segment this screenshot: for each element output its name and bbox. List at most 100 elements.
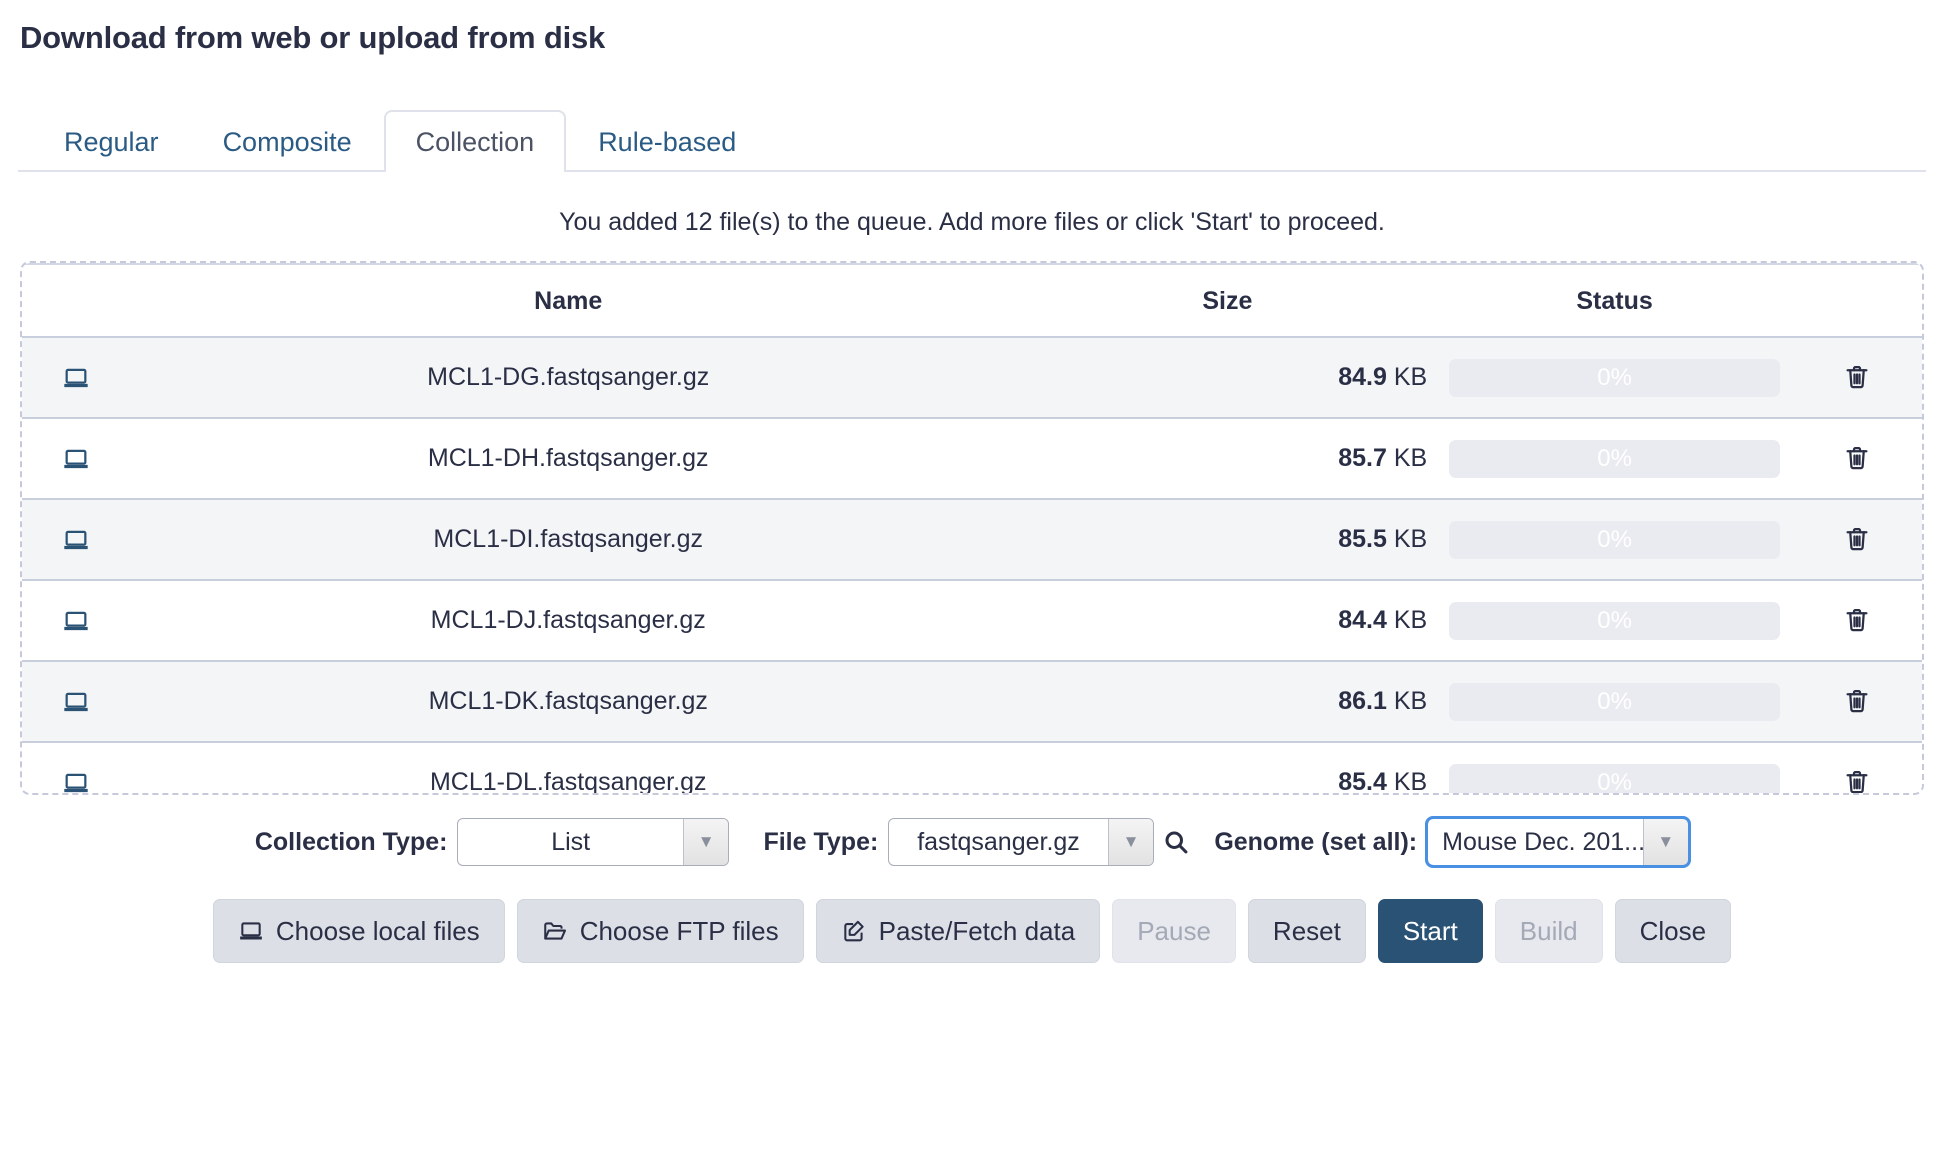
- file-source-cell: [22, 742, 119, 795]
- trash-icon: [1842, 704, 1872, 719]
- file-size-value: 84.4: [1338, 606, 1387, 634]
- table-row: MCL1-DL.fastqsanger.gz85.4 KB0%: [22, 742, 1922, 795]
- button-label: Close: [1640, 918, 1706, 944]
- collection-type-select[interactable]: List ▼: [457, 818, 729, 866]
- dialog-button-bar: Choose local files Choose FTP files Paste/…: [18, 871, 1926, 963]
- remove-file-button[interactable]: [1838, 358, 1876, 396]
- laptop-icon: [34, 688, 118, 716]
- trash-icon: [1842, 380, 1872, 395]
- button-label: Build: [1520, 918, 1578, 944]
- start-button[interactable]: Start: [1378, 899, 1483, 963]
- table-row: MCL1-DG.fastqsanger.gz84.9 KB 0%: [22, 337, 1922, 418]
- trash-icon: [1842, 542, 1872, 557]
- tab-label: Collection: [416, 127, 535, 157]
- button-label: Reset: [1273, 918, 1341, 944]
- tab-collection[interactable]: Collection: [384, 110, 567, 172]
- file-size-cell: 85.7 KB: [1018, 418, 1438, 499]
- file-size-cell: 84.9 KB: [1018, 337, 1438, 418]
- remove-file-button[interactable]: [1838, 763, 1876, 795]
- file-size-unit: KB: [1394, 444, 1427, 472]
- file-queue-table-body: MCL1-DG.fastqsanger.gz84.9 KB0%MCL1-DH.f…: [22, 337, 1922, 795]
- tab-composite[interactable]: Composite: [191, 110, 384, 172]
- upload-progress-label: 0%: [1597, 688, 1632, 715]
- upload-progress-label: 0%: [1597, 607, 1632, 634]
- table-row: MCL1-DI.fastqsanger.gz85.5 KB 0%: [22, 499, 1922, 580]
- laptop-icon: [34, 364, 118, 392]
- file-size-value: 84.9: [1338, 363, 1387, 391]
- button-label: Start: [1403, 918, 1458, 944]
- laptop-icon: [34, 526, 118, 554]
- file-size-cell: 84.4 KB: [1018, 580, 1438, 661]
- upload-file-list-container: Name Size Status MCL1-DG.fastqsanger.gz8…: [20, 261, 1924, 795]
- file-type-label: File Type:: [763, 828, 878, 857]
- file-delete-cell: [1792, 580, 1922, 661]
- upload-progress-label: 0%: [1597, 526, 1632, 553]
- choose-local-files-button[interactable]: Choose local files: [213, 899, 505, 963]
- pause-button: Pause: [1112, 899, 1236, 963]
- tab-label: Composite: [223, 127, 352, 157]
- file-status-cell: 0%: [1437, 499, 1792, 580]
- file-source-cell: [22, 661, 119, 742]
- file-size-value: 85.4: [1338, 768, 1387, 795]
- laptop-icon: [34, 769, 118, 796]
- remove-file-button[interactable]: [1838, 439, 1876, 477]
- search-icon[interactable]: [1154, 828, 1198, 856]
- tab-rule-based[interactable]: Rule-based: [566, 110, 768, 172]
- build-button: Build: [1495, 899, 1603, 963]
- page-title: Download from web or upload from disk: [18, 0, 1926, 56]
- file-delete-cell: [1792, 418, 1922, 499]
- file-type-value: fastqsanger.gz: [889, 819, 1107, 865]
- reset-button[interactable]: Reset: [1248, 899, 1366, 963]
- file-source-cell: [22, 499, 119, 580]
- file-size-value: 85.7: [1338, 444, 1387, 472]
- pencil-square-icon: [841, 918, 867, 944]
- chevron-down-icon: ▼: [683, 819, 729, 865]
- file-size-value: 85.5: [1338, 525, 1387, 553]
- genome-select[interactable]: Mouse Dec. 201... ▼: [1427, 818, 1689, 866]
- button-label: Paste/Fetch data: [879, 918, 1076, 944]
- file-delete-cell: [1792, 337, 1922, 418]
- file-source-cell: [22, 580, 119, 661]
- file-type-select[interactable]: fastqsanger.gz ▼: [888, 818, 1154, 866]
- file-source-cell: [22, 337, 119, 418]
- file-name-cell[interactable]: MCL1-DI.fastqsanger.gz: [119, 499, 1018, 580]
- file-name-cell[interactable]: MCL1-DL.fastqsanger.gz: [119, 742, 1018, 795]
- column-header-name: Name: [119, 264, 1018, 337]
- column-header-status: Status: [1437, 264, 1792, 337]
- file-name-cell[interactable]: MCL1-DJ.fastqsanger.gz: [119, 580, 1018, 661]
- trash-icon: [1842, 623, 1872, 638]
- chevron-down-icon: ▼: [1108, 819, 1154, 865]
- remove-file-button[interactable]: [1838, 601, 1876, 639]
- file-name-cell[interactable]: MCL1-DK.fastqsanger.gz: [119, 661, 1018, 742]
- upload-progress-bar: 0%: [1449, 602, 1780, 640]
- file-status-cell: 0%: [1437, 661, 1792, 742]
- file-size-cell: 85.5 KB: [1018, 499, 1438, 580]
- tab-bar: Regular Composite Collection Rule-based: [18, 100, 1926, 172]
- upload-progress-bar: 0%: [1449, 521, 1780, 559]
- column-header-size: Size: [1018, 264, 1438, 337]
- remove-file-button[interactable]: [1838, 520, 1876, 558]
- genome-value: Mouse Dec. 201...: [1428, 819, 1642, 865]
- file-delete-cell: [1792, 742, 1922, 795]
- collection-type-value: List: [458, 819, 682, 865]
- remove-file-button[interactable]: [1838, 682, 1876, 720]
- queue-status-message: You added 12 file(s) to the queue. Add m…: [18, 172, 1926, 261]
- button-label: Choose FTP files: [580, 918, 779, 944]
- trash-icon: [1842, 461, 1872, 476]
- file-name-cell[interactable]: MCL1-DH.fastqsanger.gz: [119, 418, 1018, 499]
- upload-progress-label: 0%: [1597, 445, 1632, 472]
- file-delete-cell: [1792, 499, 1922, 580]
- tab-regular[interactable]: Regular: [32, 110, 191, 172]
- file-queue-table-head: Name Size Status: [22, 264, 1922, 337]
- file-name-cell[interactable]: MCL1-DG.fastqsanger.gz: [119, 337, 1018, 418]
- file-size-value: 86.1: [1338, 687, 1387, 715]
- close-button[interactable]: Close: [1615, 899, 1731, 963]
- laptop-icon: [34, 445, 118, 473]
- upload-dialog: Download from web or upload from disk Re…: [0, 0, 1944, 1164]
- tab-label: Rule-based: [598, 127, 736, 157]
- file-size-cell: 85.4 KB: [1018, 742, 1438, 795]
- column-header-icon: [22, 264, 119, 337]
- paste-fetch-data-button[interactable]: Paste/Fetch data: [816, 899, 1101, 963]
- choose-ftp-files-button[interactable]: Choose FTP files: [517, 899, 804, 963]
- upload-progress-label: 0%: [1597, 364, 1632, 391]
